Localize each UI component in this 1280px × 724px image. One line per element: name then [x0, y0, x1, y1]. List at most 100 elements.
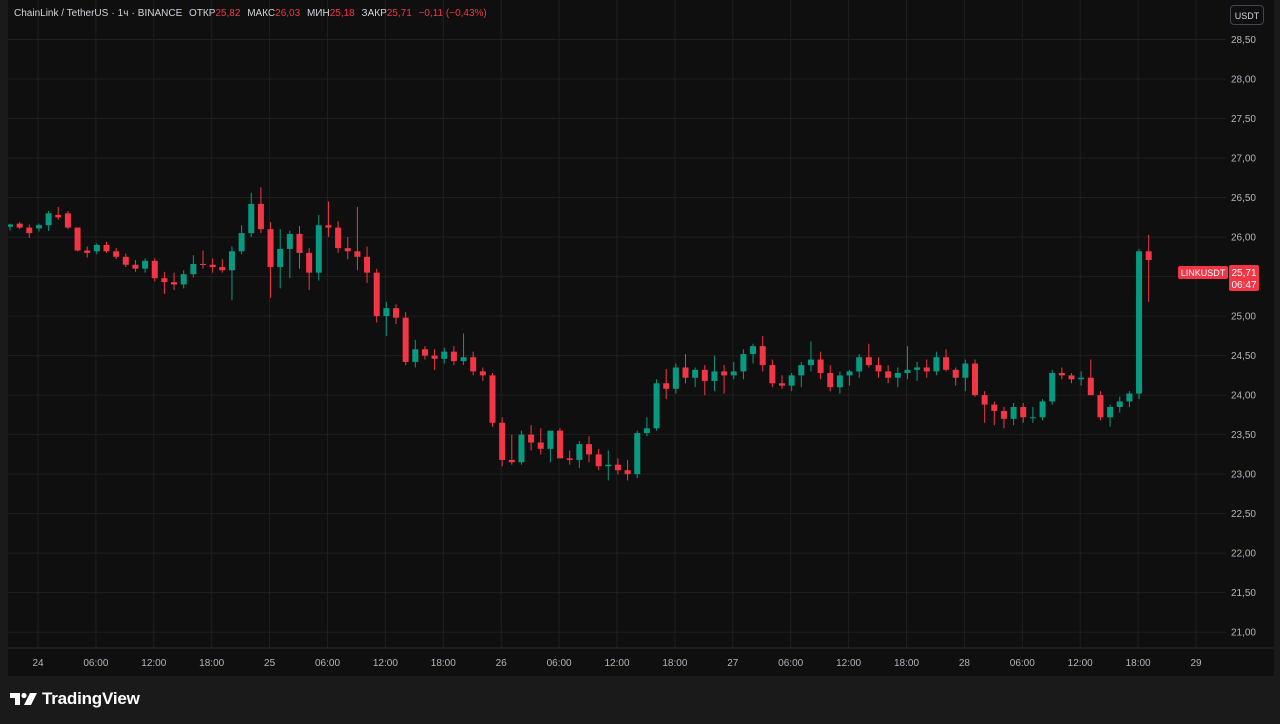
- candle-body: [190, 263, 197, 275]
- candle-body: [393, 308, 399, 318]
- x-tick-label: 12:00: [141, 658, 166, 669]
- candle-body: [740, 354, 747, 372]
- candle: [55, 207, 62, 220]
- candle: [827, 365, 834, 392]
- candle-body: [1029, 417, 1036, 419]
- candle: [1126, 391, 1133, 407]
- legend-close-value: 25,71: [386, 8, 412, 19]
- candle: [856, 354, 863, 378]
- time-axis[interactable]: 24 06:00 12:00 18:00 25 06:00 12:00 18:00 26 06:0…: [32, 658, 1202, 669]
- y-tick-label: 27,50: [1231, 114, 1256, 125]
- candle-body: [26, 227, 33, 234]
- candle: [219, 259, 226, 273]
- candle-body: [344, 248, 351, 252]
- candle-body: [1136, 251, 1143, 394]
- tradingview-logo-icon: [10, 692, 37, 705]
- candle: [605, 450, 612, 481]
- candle: [528, 425, 535, 451]
- y-tick-label: 21,00: [1231, 628, 1256, 639]
- candle-body: [171, 282, 178, 285]
- candle: [672, 363, 679, 394]
- candle-body: [315, 225, 322, 273]
- candle: [537, 428, 544, 455]
- candle: [74, 227, 81, 252]
- candle-body: [605, 464, 612, 467]
- candle-body: [1000, 410, 1007, 419]
- y-tick-label: 24,50: [1231, 351, 1256, 362]
- chart-area[interactable]: 21,00 21,50 22,00 22,50 23,00 23,50 24,00 24,50…: [8, 0, 1274, 676]
- candle-body: [64, 213, 71, 228]
- tradingview-logo[interactable]: TradingView: [10, 689, 140, 709]
- candle-body: [914, 367, 921, 370]
- candle-body: [643, 428, 650, 434]
- price-tag-price: 25,71: [1231, 268, 1256, 279]
- candle-body: [132, 264, 139, 269]
- candle: [171, 272, 178, 291]
- candle: [1087, 359, 1094, 396]
- candle-body: [528, 434, 535, 443]
- candle: [634, 430, 641, 479]
- candle: [190, 255, 197, 278]
- candlestick-chart[interactable]: 21,00 21,50 22,00 22,50 23,00 23,50 24,00 24,50…: [8, 0, 1274, 676]
- candle-body: [721, 371, 728, 376]
- candle-body: [904, 369, 911, 373]
- candle-body: [354, 251, 361, 257]
- x-tick-label: 18:00: [894, 658, 919, 669]
- y-tick-label: 23,50: [1231, 430, 1256, 441]
- candle-body: [943, 357, 950, 370]
- candle: [508, 434, 515, 465]
- legend-high-label: МАКС: [247, 8, 276, 19]
- candle-body: [798, 365, 805, 376]
- candle: [499, 417, 506, 467]
- candle-body: [180, 274, 187, 285]
- candle-body: [421, 349, 428, 356]
- candle-body: [547, 430, 554, 449]
- candle-body: [962, 363, 969, 378]
- candle: [306, 248, 313, 291]
- candle-body: [1145, 251, 1152, 260]
- candle: [209, 258, 216, 273]
- legend-interval[interactable]: 1ч: [118, 8, 129, 19]
- candle: [750, 343, 757, 364]
- legend-change: −0,11 (−0,43%): [418, 8, 487, 19]
- candle-body: [267, 229, 274, 268]
- candle: [373, 268, 380, 323]
- candle: [711, 355, 718, 392]
- candle-body: [35, 225, 42, 229]
- candle: [1029, 406, 1036, 423]
- currency-button[interactable]: USDT: [1230, 5, 1264, 25]
- candle: [576, 440, 583, 468]
- y-tick-label: 24,00: [1231, 391, 1256, 402]
- legend-close-label: ЗАКР: [361, 8, 387, 19]
- candle-body: [827, 372, 834, 388]
- candle: [788, 372, 795, 392]
- candle: [431, 349, 438, 370]
- candle: [354, 207, 361, 271]
- candle-body: [807, 359, 814, 366]
- candle: [586, 436, 592, 463]
- candle: [730, 361, 737, 380]
- candle: [836, 371, 843, 394]
- candle: [923, 359, 930, 378]
- candle: [779, 375, 785, 389]
- candle: [701, 365, 708, 396]
- candle: [296, 226, 303, 269]
- legend-symbol[interactable]: ChainLink / TetherUS: [14, 8, 108, 19]
- candle-body: [991, 404, 998, 411]
- price-axis[interactable]: 21,00 21,50 22,00 22,50 23,00 23,50 24,00 24,50…: [1231, 35, 1256, 639]
- candle-body: [412, 349, 419, 362]
- candle-body: [450, 351, 457, 362]
- candle-body: [1116, 401, 1123, 407]
- candle-body: [624, 470, 631, 475]
- candle-body: [692, 369, 699, 378]
- x-tick-label: 12:00: [604, 658, 629, 669]
- x-tick-label: 18:00: [199, 658, 224, 669]
- candle-body: [277, 248, 284, 268]
- candle-body: [750, 346, 757, 355]
- candle-body: [972, 363, 978, 396]
- candle: [885, 365, 892, 384]
- candle: [93, 243, 100, 255]
- price-tag-symbol: LINKUSDT: [1181, 268, 1226, 278]
- candle: [614, 458, 621, 475]
- candle: [8, 223, 13, 231]
